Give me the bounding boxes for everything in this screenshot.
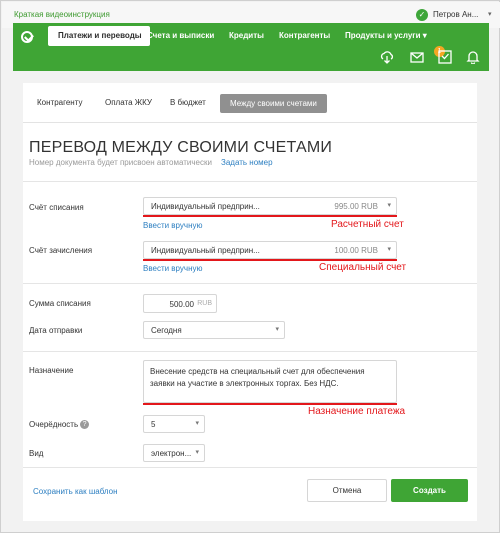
send-date-value: Сегодня	[151, 326, 182, 335]
priority-label-text: Очерёдность	[29, 420, 79, 429]
credit-account-value: Индивидуальный предприн...	[151, 246, 260, 255]
divider	[23, 351, 477, 352]
debit-account-label: Счёт списания	[29, 203, 84, 212]
credit-account-select[interactable]: Индивидуальный предприн... 100.00 RUB ▾	[143, 241, 397, 259]
kind-value: электрон...	[151, 449, 192, 458]
divider	[23, 467, 477, 468]
transfer-panel: Контрагенту Оплата ЖКУ В бюджет Между св…	[23, 83, 477, 521]
credit-account-amount: 100.00 RUB	[334, 246, 378, 255]
nav-counterparties[interactable]: Контрагенты	[279, 31, 330, 40]
tab-own-accounts[interactable]: Между своими счетами	[220, 94, 327, 113]
annotation-underline	[143, 259, 397, 261]
tab-counterparty[interactable]: Контрагенту	[37, 98, 82, 107]
debit-account-amount: 995.00 RUB	[334, 202, 378, 211]
annotation-special-account: Специальный счет	[319, 262, 407, 273]
send-date-select[interactable]: Сегодня ▾	[143, 321, 285, 339]
debit-account-value: Индивидуальный предприн...	[151, 202, 260, 211]
assign-number-link[interactable]: Задать номер	[221, 158, 273, 167]
nav-payments-transfers[interactable]: Платежи и переводы	[48, 26, 150, 46]
check-circle-icon: ✓	[416, 9, 428, 21]
chevron-down-icon: ▾	[275, 326, 279, 333]
priority-select[interactable]: 5 ▾	[143, 415, 205, 433]
download-icon[interactable]	[380, 50, 394, 64]
doc-number-note: Номер документа будет присвоен автоматич…	[29, 158, 212, 167]
chevron-down-icon: ▾	[387, 246, 391, 253]
nav-credits[interactable]: Кредиты	[229, 31, 264, 40]
send-date-label: Дата отправки	[29, 326, 83, 335]
chevron-down-icon: ▾	[195, 449, 199, 456]
annotation-underline	[143, 215, 397, 217]
purpose-textarea[interactable]: Внесение средств на специальный счет для…	[143, 360, 397, 403]
bell-icon[interactable]	[466, 50, 480, 64]
chevron-down-icon: ▾	[387, 202, 391, 209]
annotation-payment-purpose: Назначение платежа	[308, 406, 406, 417]
video-instruction-link[interactable]: Краткая видеоинструкция	[14, 10, 110, 19]
nav-accounts-statements[interactable]: Счета и выписки	[147, 31, 214, 40]
cancel-button[interactable]: Отмена	[307, 479, 387, 502]
kind-select[interactable]: электрон... ▾	[143, 444, 205, 462]
page-title: ПЕРЕВОД МЕЖДУ СВОИМИ СЧЕТАМИ	[29, 139, 333, 156]
amount-input[interactable]: 500.00 RUB	[143, 294, 217, 313]
tab-housing-utilities[interactable]: Оплата ЖКУ	[105, 98, 152, 107]
priority-label: Очерёдность?	[29, 420, 90, 430]
amount-currency: RUB	[197, 300, 212, 307]
main-nav: Платежи и переводы Счета и выписки Креди…	[13, 23, 489, 71]
save-as-template-link[interactable]: Сохранить как шаблон	[33, 487, 118, 496]
amount-label: Сумма списания	[29, 299, 91, 308]
nav-products-services[interactable]: Продукты и услуги ▾	[345, 31, 427, 40]
priority-value: 5	[151, 420, 156, 429]
credit-account-label: Счёт зачисления	[29, 246, 93, 255]
annotation-settlement-account: Расчетный счет	[331, 219, 404, 230]
debit-manual-entry-link[interactable]: Ввести вручную	[143, 221, 203, 230]
tab-budget[interactable]: В бюджет	[170, 98, 206, 107]
inbox-check-icon[interactable]	[438, 50, 452, 64]
mail-icon[interactable]	[410, 50, 424, 64]
user-name[interactable]: Петров Ан...	[433, 10, 478, 19]
bank-logo-icon[interactable]	[21, 31, 33, 43]
debit-account-select[interactable]: Индивидуальный предприн... 995.00 RUB ▾	[143, 197, 397, 215]
divider	[23, 283, 477, 284]
create-button[interactable]: Создать	[391, 479, 468, 502]
chevron-down-icon[interactable]: ▾	[488, 10, 492, 18]
credit-manual-entry-link[interactable]: Ввести вручную	[143, 264, 203, 273]
annotation-underline	[143, 403, 397, 405]
divider	[23, 181, 477, 182]
transfer-tabs: Контрагенту Оплата ЖКУ В бюджет Между св…	[23, 83, 477, 123]
purpose-label: Назначение	[29, 366, 74, 375]
amount-value: 500.00	[169, 300, 194, 309]
chevron-down-icon: ▾	[195, 420, 199, 427]
window-frame: Краткая видеоинструкция ✓ Петров Ан... ▾…	[0, 0, 500, 533]
kind-label: Вид	[29, 449, 44, 458]
help-icon[interactable]: ?	[80, 420, 90, 430]
